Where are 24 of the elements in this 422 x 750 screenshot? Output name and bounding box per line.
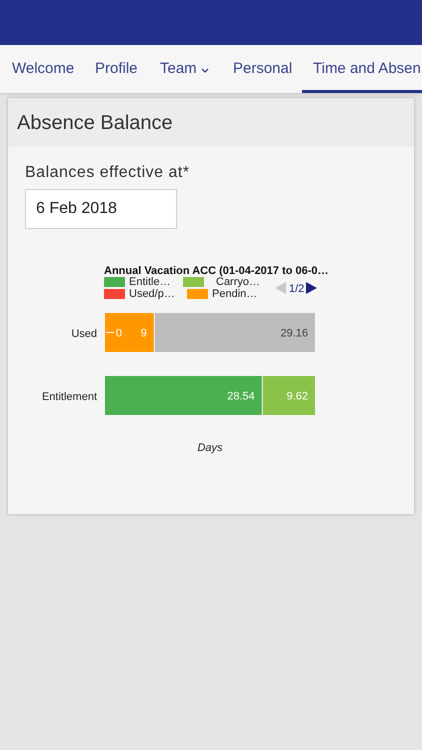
nav-tab[interactable]: Time and Absen: [302, 45, 422, 93]
chart-title: Annual Vacation ACC (01-04-2017 to 06-0…: [104, 265, 329, 277]
legend-label[interactable]: Carryo…: [216, 276, 260, 288]
axis-title: Days: [197, 442, 223, 454]
legend-label[interactable]: Pendin…: [212, 288, 258, 300]
legend-page-indicator: 1/2: [289, 283, 304, 295]
nav-tab[interactable]: Welcome: [12, 45, 74, 93]
data-label: 28.54: [227, 390, 255, 402]
category-label: Entitlement: [42, 391, 97, 403]
card-title: Absence Balance: [17, 110, 173, 136]
data-label: 9: [140, 328, 147, 340]
data-label: 29.16: [280, 328, 308, 340]
legend-label[interactable]: Used/p…: [129, 288, 175, 300]
category-label: Used: [71, 328, 97, 340]
data-label: 0: [116, 328, 122, 340]
leader-line: [106, 332, 114, 333]
nav-tab[interactable]: Personal: [233, 45, 292, 93]
data-label: 9.62: [286, 390, 308, 402]
nav-tab[interactable]: Team: [160, 45, 209, 93]
nav-tab[interactable]: Profile: [95, 45, 138, 93]
field-label: Balances effective at*: [25, 163, 191, 183]
date-field[interactable]: 6 Feb 2018: [25, 189, 177, 229]
next-page-icon[interactable]: [306, 282, 317, 294]
legend-label[interactable]: Entitle…: [129, 276, 171, 288]
